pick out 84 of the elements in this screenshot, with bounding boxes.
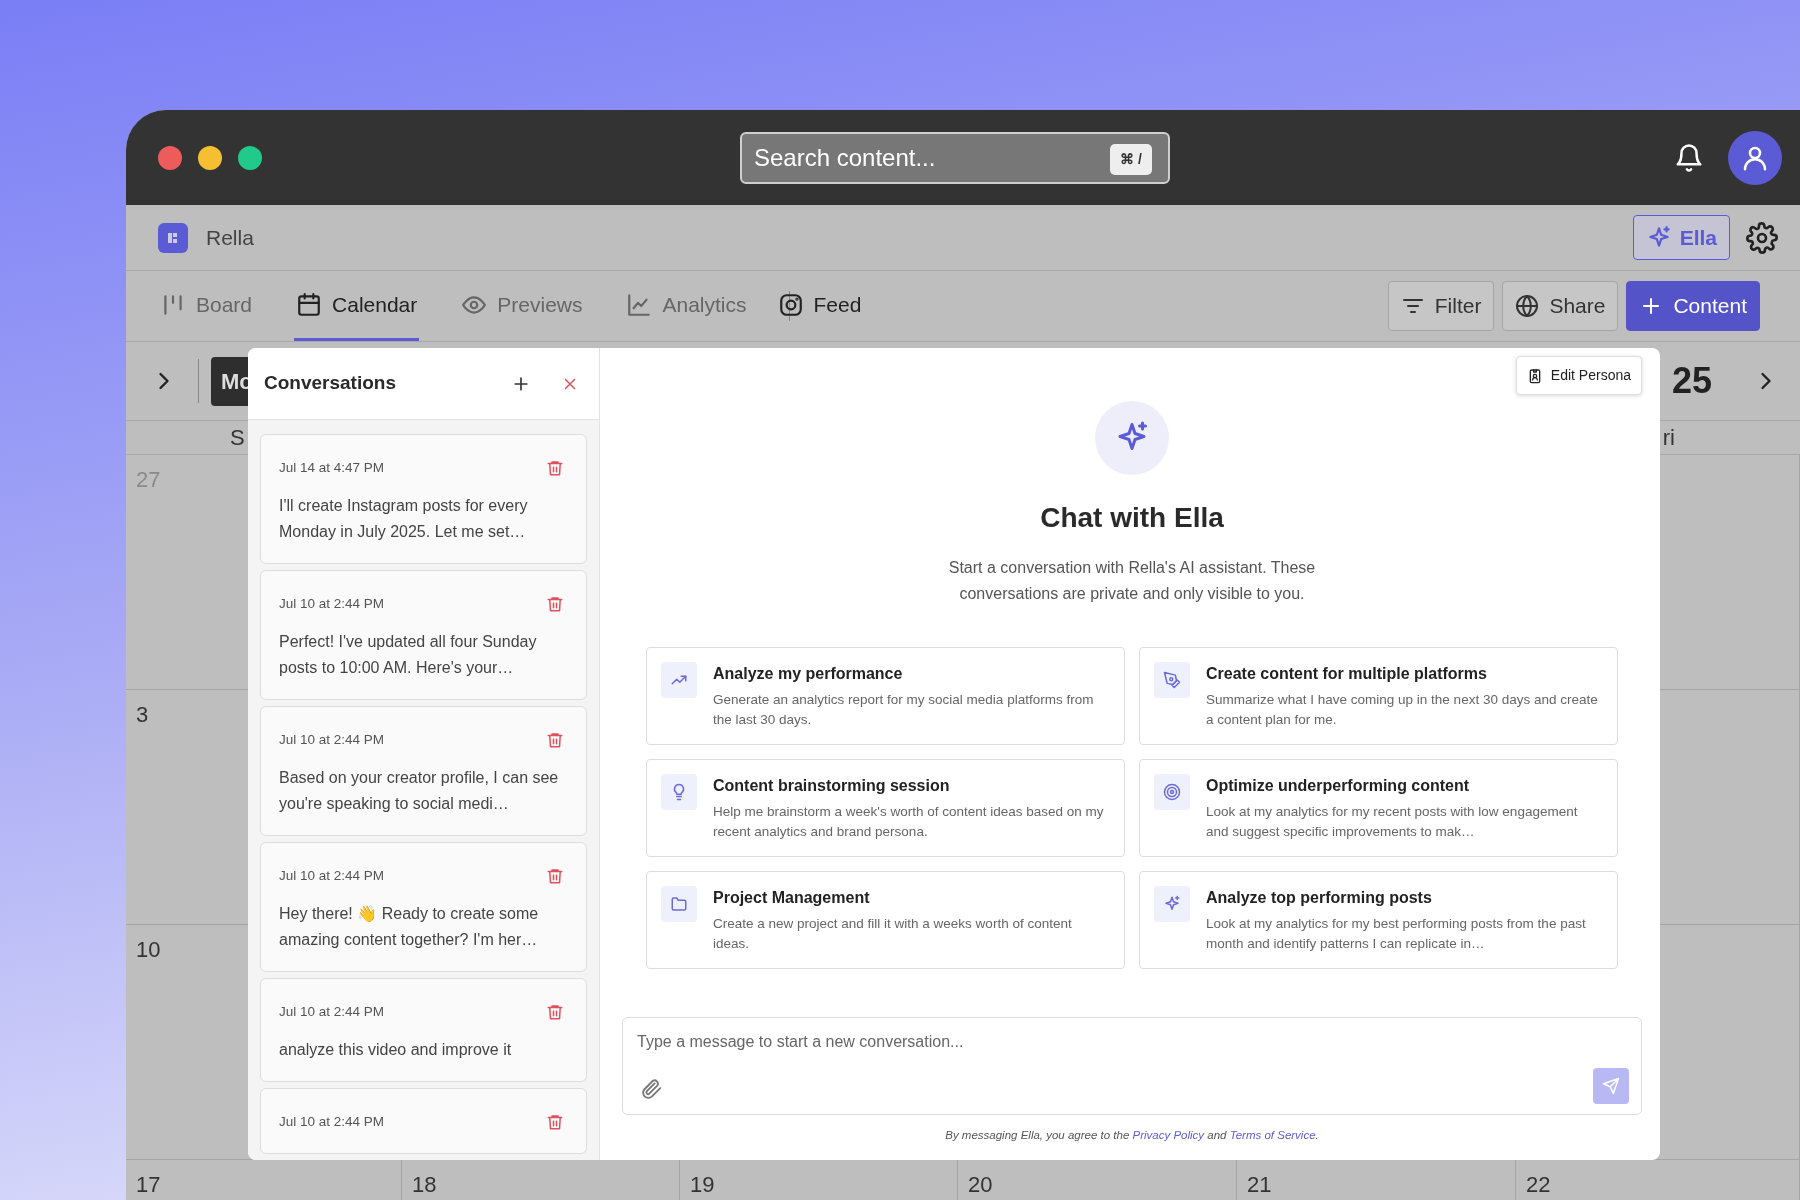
suggestion-title: Project Management (713, 888, 871, 908)
conversation-time: Jul 10 at 2:44 PM (279, 730, 385, 749)
tab[interactable]: Feed (775, 271, 864, 341)
trash-icon (546, 867, 564, 885)
calendar-icon (296, 291, 323, 318)
globe-icon (1515, 294, 1540, 318)
suggestion-description: Create a new project and fill it with a weeks worth of content ideas. (713, 915, 1073, 953)
trash-icon (546, 1003, 564, 1021)
chat-heading: Chat with Ella (1040, 501, 1224, 535)
suggestion-title: Analyze my performance (713, 664, 904, 684)
paperclip-icon (641, 1077, 663, 1100)
conversation-preview: Based on your creator profile, I can see you're speaking to social medi… (279, 768, 560, 814)
conversation-preview: analyze this video and improve it (279, 1040, 513, 1060)
day-number: 20 (968, 1172, 993, 1197)
day-number: 19 (690, 1172, 715, 1197)
user-avatar[interactable] (1728, 130, 1782, 185)
conversation-card[interactable]: Jul 10 at 2:44 PM analyze this video and improve it (260, 978, 587, 1082)
trash-icon (546, 731, 564, 749)
workspace-name: Rella (206, 224, 254, 251)
settings-icon[interactable] (1746, 221, 1778, 254)
suggestion-card[interactable]: Optimize underperforming content Look at my analytics for my recent posts with low engagement and suggest specific improvements to mak… (1139, 759, 1618, 857)
trash-icon (546, 1113, 564, 1131)
day-number: 21 (1247, 1172, 1272, 1197)
filter-button[interactable]: Filter (1387, 281, 1495, 331)
day-number: 17 (136, 1172, 161, 1197)
weekday-label: S (230, 424, 245, 452)
suggestion-description: Look at my analytics for my best performing posts from the past month and identify patterns I can replicate in… (1206, 915, 1587, 953)
trash-icon (546, 595, 564, 613)
minimize-dot[interactable] (198, 145, 222, 170)
suggestion-description: Generate an analytics report for my social media platforms from the last 30 days. (713, 691, 1095, 729)
target-icon (1163, 783, 1181, 801)
month-year-title: 25 (1671, 359, 1712, 403)
day-number: 10 (136, 937, 161, 962)
shortcut-key: ⌘ / (1110, 144, 1152, 175)
conversation-time: Jul 14 at 4:47 PM (279, 458, 385, 477)
message-composer[interactable]: Type a message to start a new conversation... (622, 1016, 1642, 1115)
conversation-preview: Perfect! I've updated all four Sunday posts to 10:00 AM. Here's your… (279, 632, 538, 678)
day-number: 18 (412, 1172, 437, 1197)
suggestion-description: Summarize what I have coming up in the next 30 days and create a content plan for me. (1206, 691, 1599, 729)
conversation-preview: I'll create Instagram posts for every Monday in July 2025. Let me set… (279, 496, 529, 542)
weekday-label: ri (1662, 424, 1675, 452)
suggestion-card[interactable]: Analyze top performing posts Look at my analytics for my best performing posts from the past month and identify patterns I can replicate in… (1139, 871, 1618, 969)
suggestion-description: Help me brainstorm a week's worth of content ideas based on my recent analytics and brand persona. (713, 803, 1105, 841)
conversation-time: Jul 10 at 2:44 PM (279, 594, 385, 613)
suggestion-card[interactable]: Project Management Create a new project and fill it with a weeks worth of content ideas. (646, 871, 1125, 969)
share-button[interactable]: Share (1502, 281, 1619, 331)
send-icon (1602, 1076, 1620, 1095)
privacy-policy-link[interactable]: Privacy Policy (1132, 1128, 1205, 1141)
suggestion-card[interactable]: Analyze my performance Generate an analytics report for my social media platforms from the last 30 days. (646, 647, 1125, 745)
terms-link[interactable]: Terms of Service (1229, 1128, 1316, 1141)
suggestion-title: Analyze top performing posts (1206, 888, 1433, 908)
suggestion-description: Look at my analytics for my recent posts with low engagement and suggest specific improvements to mak… (1206, 803, 1579, 841)
conversation-card[interactable]: Jul 14 at 4:47 PM I'll create Instagram posts for every Monday in July 2025. Let me set… (260, 434, 587, 564)
conversation-card[interactable]: Jul 10 at 2:44 PM Perfect! I've updated all four Sunday posts to 10:00 AM. Here's your… (260, 570, 587, 700)
sparkle-icon (1163, 895, 1181, 913)
day-number: 22 (1526, 1172, 1551, 1197)
tab[interactable]: Calendar (294, 271, 420, 341)
conversation-card[interactable]: Jul 10 at 2:44 PM Based on your creator profile, I can see you're speaking to social medi… (260, 706, 587, 836)
suggestion-title: Content brainstorming session (713, 776, 951, 796)
edit-persona-button[interactable]: Edit Persona (1515, 356, 1642, 395)
chat-intro: Start a conversation with Rella's AI assistant. These conversations are private and only visible to you. (947, 558, 1317, 604)
conversation-time: Jul 10 at 2:44 PM (279, 1112, 385, 1131)
chart-icon (626, 291, 653, 318)
notification-bell-icon[interactable] (1674, 142, 1704, 173)
suggestion-title: Optimize underperforming content (1206, 776, 1471, 796)
add-content-button[interactable]: Content (1626, 281, 1760, 331)
conversation-card[interactable]: Jul 10 at 2:44 PM (260, 1088, 587, 1154)
workspace-logo (158, 222, 188, 253)
conversation-card[interactable]: Jul 10 at 2:44 PM Hey there! 👋 Ready to create some amazing content together? I'm her… (260, 842, 587, 972)
conversation-time: Jul 10 at 2:44 PM (279, 1002, 385, 1021)
trash-icon (546, 459, 564, 477)
suggestion-title: Create content for multiple platforms (1206, 664, 1488, 684)
legal-notice: By messaging Ella, you agree to the Privacy Policy and Terms of Service. (944, 1127, 1320, 1143)
panel-title: Conversations (264, 371, 396, 396)
suggestion-card[interactable]: Create content for multiple platforms Summarize what I have coming up in the next 30 days and create a content plan for me. (1139, 647, 1618, 745)
close-dot[interactable] (158, 145, 182, 170)
suggestion-card[interactable]: Content brainstorming session Help me brainstorm a week's worth of content ideas based on my recent analytics and brand persona. (646, 759, 1125, 857)
day-number: 3 (136, 702, 149, 727)
maximize-dot[interactable] (238, 145, 262, 170)
camera-icon (777, 291, 804, 318)
pen-icon (1163, 671, 1181, 689)
conversation-preview: Hey there! 👋 Ready to create some amazing content together? I'm her… (279, 904, 540, 950)
conversation-time: Jul 10 at 2:44 PM (279, 866, 385, 885)
folder-icon (670, 895, 688, 913)
